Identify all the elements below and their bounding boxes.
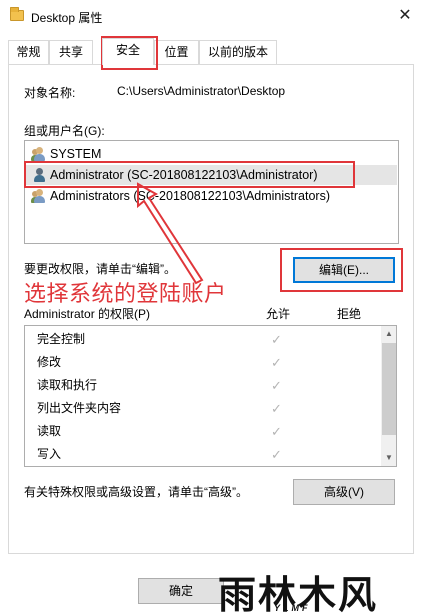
watermark-sub: YLMF [274,603,311,613]
user-group-icon [31,189,48,203]
allow-check-icon: ✓ [271,424,282,439]
annotation-arrow [137,182,204,285]
user-group-icon [31,147,48,161]
allow-check-icon: ✓ [271,355,282,370]
permissions-scrollbar[interactable]: ▲ ▼ [381,326,396,466]
permission-row: 读取 ✓ [25,420,381,443]
scroll-thumb[interactable] [382,343,396,435]
permission-name: 完全控制 [37,332,86,346]
window-title: Desktop 属性 [31,11,103,25]
tab-general[interactable]: 常规 [8,40,49,64]
permission-row: 列出文件夹内容 ✓ [25,397,381,420]
tab-security[interactable]: 安全 [102,38,154,65]
permission-name: 列出文件夹内容 [37,401,122,415]
permission-row: 读取和执行 ✓ [25,374,381,397]
tab-sharing[interactable]: 共享 [49,40,93,64]
allow-column-header: 允许 [266,307,291,321]
folder-icon [10,7,24,21]
allow-check-icon: ✓ [271,401,282,416]
permission-name: 写入 [37,447,62,461]
tab-previous-versions[interactable]: 以前的版本 [199,40,277,64]
object-name-value: C:\Users\Administrator\Desktop [117,84,286,98]
scroll-down-icon[interactable]: ▼ [381,450,396,466]
allow-check-icon: ✓ [271,332,282,347]
permission-name: 修改 [37,355,62,369]
scroll-up-icon[interactable]: ▲ [381,326,396,342]
permission-row: 完全控制 ✓ [25,328,381,351]
user-list[interactable]: SYSTEM Administrator (SC-201808122103\Ad… [24,140,399,244]
list-item-administrators[interactable]: Administrators (SC-201808122103\Administ… [26,186,397,206]
permission-row: 修改 ✓ [25,351,381,374]
object-name-label: 对象名称: [24,86,76,100]
advanced-button[interactable]: 高级(V) [293,479,395,505]
tab-location[interactable]: 位置 [154,40,199,64]
allow-check-icon: ✓ [271,378,282,393]
ok-button[interactable]: 确定 [138,578,224,604]
annotation-box-edit [280,248,403,292]
advanced-hint: 有关特殊权限或高级设置，请单击“高级”。 [24,485,248,499]
deny-column-header: 拒绝 [337,307,362,321]
permissions-list[interactable]: 完全控制 ✓ 修改 ✓ 读取和执行 ✓ 列出文件夹内容 ✓ 读取 ✓ 写入 ✓ … [24,325,397,467]
close-button[interactable]: ✕ [393,4,417,28]
permission-name: 读取 [37,424,62,438]
permission-row: 写入 ✓ [25,443,381,466]
title-bar: Desktop 属性 ✕ [0,0,421,32]
permissions-header: Administrator 的权限(P) [24,307,151,321]
allow-check-icon: ✓ [271,447,282,462]
watermark-logo: 雨林木风 YLMF [214,568,419,616]
group-label: 组或用户名(G): [24,124,105,138]
permission-name: 读取和执行 [37,378,98,392]
